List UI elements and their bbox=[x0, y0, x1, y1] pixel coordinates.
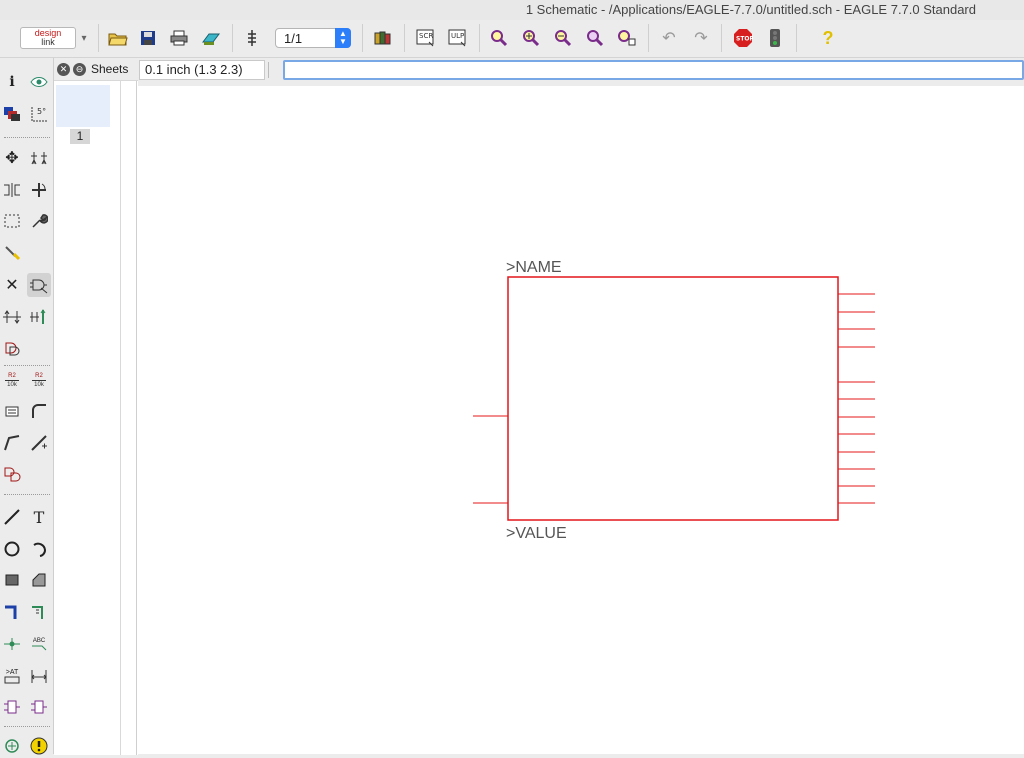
name-tool-icon[interactable]: R2 10k bbox=[0, 368, 24, 392]
zoom-fit-icon[interactable] bbox=[487, 26, 511, 50]
symbol-frame[interactable] bbox=[507, 276, 839, 521]
zoom-in-icon[interactable] bbox=[519, 26, 543, 50]
invoke-icon[interactable] bbox=[0, 462, 24, 486]
rotate-icon[interactable] bbox=[27, 178, 51, 202]
abc-label: ABC bbox=[32, 637, 46, 644]
cam-processor-icon[interactable] bbox=[199, 26, 223, 50]
schematic-canvas[interactable]: >NAME >VALUE bbox=[138, 86, 1024, 754]
script-scr-button[interactable]: SCR bbox=[414, 26, 438, 50]
zoom-out-icon[interactable] bbox=[551, 26, 575, 50]
board-switch-icon[interactable] bbox=[240, 26, 264, 50]
chevron-down-icon[interactable]: ▾ bbox=[78, 26, 90, 50]
sheet-selector[interactable]: 1/1 ▲ ▼ bbox=[275, 28, 351, 48]
label-tool-icon[interactable]: ABC bbox=[27, 632, 51, 656]
dimension-icon[interactable] bbox=[27, 664, 51, 688]
sheets-divider bbox=[120, 81, 121, 755]
command-line[interactable] bbox=[283, 60, 1024, 80]
bus-icon[interactable] bbox=[0, 600, 24, 624]
attribute-icon[interactable]: >AT bbox=[0, 664, 24, 688]
add-part-icon[interactable] bbox=[27, 273, 51, 297]
rectangle-icon[interactable] bbox=[0, 568, 24, 592]
wire-line-icon[interactable] bbox=[0, 505, 24, 529]
warning-icon[interactable] bbox=[27, 734, 51, 758]
stepper-arrows-icon[interactable]: ▲ ▼ bbox=[335, 28, 351, 48]
net-icon[interactable] bbox=[27, 600, 51, 624]
schematic-drawing: >NAME >VALUE bbox=[473, 259, 875, 542]
polygon-icon[interactable] bbox=[27, 568, 51, 592]
window-title: 1 Schematic - /Applications/EAGLE-7.7.0/… bbox=[0, 0, 1024, 20]
print-icon[interactable] bbox=[167, 26, 191, 50]
junction-icon[interactable] bbox=[0, 632, 24, 656]
designlink-logo-button[interactable]: design link bbox=[20, 27, 76, 49]
svg-text:STOP: STOP bbox=[736, 36, 753, 43]
sheet-thumbnail[interactable] bbox=[56, 85, 110, 127]
zoom-select-icon[interactable] bbox=[615, 26, 639, 50]
smash-icon[interactable] bbox=[0, 399, 24, 423]
undo-icon[interactable]: ↶ bbox=[657, 26, 681, 50]
logo-line2: link bbox=[41, 37, 55, 47]
errors-icon[interactable] bbox=[27, 695, 51, 719]
info-icon[interactable]: i bbox=[0, 70, 24, 94]
library-icon[interactable] bbox=[371, 26, 395, 50]
sheet-selector-value: 1/1 bbox=[284, 30, 303, 46]
delete-icon[interactable]: ✕ bbox=[0, 273, 24, 297]
main-toolbar: design link ▾ 1/1 ▲ ▼ SCR ULP ↶ ↷ STOP ? bbox=[0, 20, 1024, 58]
close-icon[interactable]: ✕ bbox=[57, 62, 70, 76]
copy-icon[interactable] bbox=[27, 146, 51, 170]
stop-icon[interactable]: STOP bbox=[731, 26, 755, 50]
svg-text:ULP: ULP bbox=[451, 32, 464, 40]
r2-value-2: 10k bbox=[34, 381, 44, 388]
change-wrench-icon[interactable] bbox=[27, 209, 51, 233]
circle-icon[interactable] bbox=[0, 537, 24, 561]
miter-icon[interactable] bbox=[27, 399, 51, 423]
save-icon[interactable] bbox=[136, 26, 160, 50]
text-tool-icon[interactable]: T bbox=[27, 505, 51, 529]
sheet-number[interactable]: 1 bbox=[70, 129, 90, 144]
erc-icon[interactable] bbox=[0, 695, 24, 719]
zoom-redraw-icon[interactable] bbox=[583, 26, 607, 50]
sheets-scrollbar[interactable] bbox=[136, 81, 137, 755]
value-tool-icon[interactable]: R2 10k bbox=[27, 368, 51, 392]
att-label: >AT bbox=[5, 668, 19, 676]
optimize-icon[interactable] bbox=[27, 431, 51, 455]
text-tool-label: T bbox=[33, 507, 45, 527]
sheets-header: ✕ ⊖ Sheets bbox=[54, 58, 138, 80]
pin-group bbox=[473, 293, 875, 504]
pinswap-icon[interactable] bbox=[0, 305, 24, 329]
show-eye-icon[interactable] bbox=[27, 70, 51, 94]
grid-separator bbox=[268, 62, 281, 78]
r2-value: 10k bbox=[7, 381, 17, 388]
r2-label-2: R2 bbox=[35, 372, 43, 379]
r2-label: R2 bbox=[8, 372, 16, 379]
sheets-panel: 1 bbox=[54, 80, 138, 755]
group-icon[interactable] bbox=[0, 209, 24, 233]
mark-icon[interactable]: 5° bbox=[27, 102, 51, 126]
run-ulp-button[interactable]: ULP bbox=[446, 26, 470, 50]
move-icon[interactable]: ✥ bbox=[0, 146, 24, 170]
paste-icon[interactable] bbox=[0, 241, 24, 265]
value-placeholder-text[interactable]: >VALUE bbox=[506, 525, 567, 542]
help-question-icon[interactable]: ? bbox=[816, 26, 840, 50]
open-folder-icon[interactable] bbox=[106, 26, 130, 50]
tool-palette: i 5° ✥ ✕ R2 10k R2 10k T ABC >AT bbox=[0, 58, 54, 755]
display-layers-icon[interactable] bbox=[0, 102, 24, 126]
svg-text:5°: 5° bbox=[37, 107, 46, 116]
replace-icon[interactable] bbox=[27, 305, 51, 329]
arc-icon[interactable] bbox=[27, 537, 51, 561]
command-input[interactable] bbox=[285, 62, 1022, 78]
minimize-icon[interactable]: ⊖ bbox=[73, 62, 86, 76]
drc-icon[interactable] bbox=[0, 734, 24, 758]
name-placeholder-text[interactable]: >NAME bbox=[506, 259, 562, 276]
redo-icon[interactable]: ↷ bbox=[689, 26, 713, 50]
split-icon[interactable] bbox=[0, 431, 24, 455]
coordinate-display: 0.1 inch (1.3 2.3) bbox=[139, 60, 265, 80]
go-traffic-light-icon[interactable] bbox=[763, 26, 787, 50]
mirror-icon[interactable] bbox=[0, 178, 24, 202]
svg-text:SCR: SCR bbox=[419, 32, 433, 40]
sheets-title: Sheets bbox=[91, 62, 129, 76]
gateswap-icon[interactable] bbox=[0, 337, 24, 361]
